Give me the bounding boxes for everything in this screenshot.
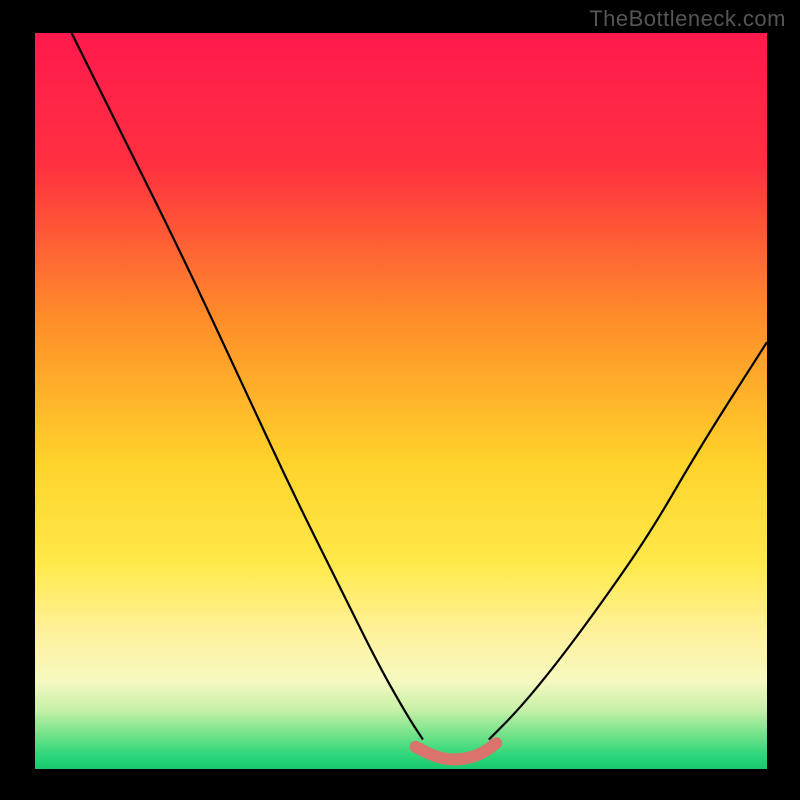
chart-frame: TheBottleneck.com	[0, 0, 800, 800]
bottleneck-curve-chart	[0, 0, 800, 800]
plot-background	[35, 33, 767, 769]
watermark-text: TheBottleneck.com	[589, 6, 786, 32]
